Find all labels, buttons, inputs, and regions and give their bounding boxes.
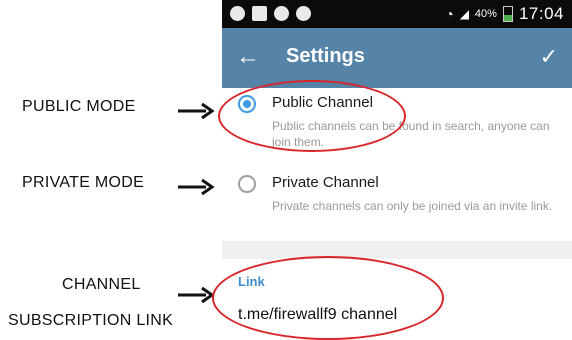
channel-link-highlight	[212, 256, 444, 340]
private-channel-description: Private channels can only be joined via …	[272, 199, 553, 213]
signal-icon: ◢	[459, 7, 469, 21]
clock: 17:04	[518, 4, 564, 23]
status-bar: ◔ ◢ 40% 17:04	[222, 0, 572, 28]
subscription-link-annotation: SUBSCRIPTION LINK	[8, 312, 174, 329]
telegram-notification-icon-2	[296, 6, 311, 21]
image-notification-icon	[252, 6, 267, 21]
public-mode-arrow	[178, 102, 215, 120]
private-mode-annotation: PRIVATE MODE	[22, 174, 145, 191]
check-icon[interactable]: ✓	[540, 44, 558, 70]
wifi-icon: ◔	[445, 6, 454, 22]
battery-icon	[502, 6, 513, 22]
private-mode-arrow	[178, 178, 215, 196]
pause-notification-icon	[230, 6, 245, 21]
public-channel-highlight	[218, 80, 406, 152]
page-title: Settings	[286, 45, 365, 67]
private-channel-title: Private Channel	[272, 174, 379, 191]
private-channel-option[interactable]: Private Channel Private channels can onl…	[222, 172, 572, 236]
battery-percent: 40%	[474, 8, 497, 20]
channel-link-arrow	[178, 286, 215, 304]
app-bar: ← Settings ✓	[222, 28, 572, 88]
back-arrow-icon[interactable]: ←	[236, 43, 260, 71]
telegram-notification-icon	[274, 6, 289, 21]
channel-annotation: CHANNEL	[62, 276, 141, 293]
private-channel-radio[interactable]	[238, 175, 256, 193]
section-divider	[222, 241, 572, 259]
public-mode-annotation: PUBLIC MODE	[22, 98, 136, 115]
